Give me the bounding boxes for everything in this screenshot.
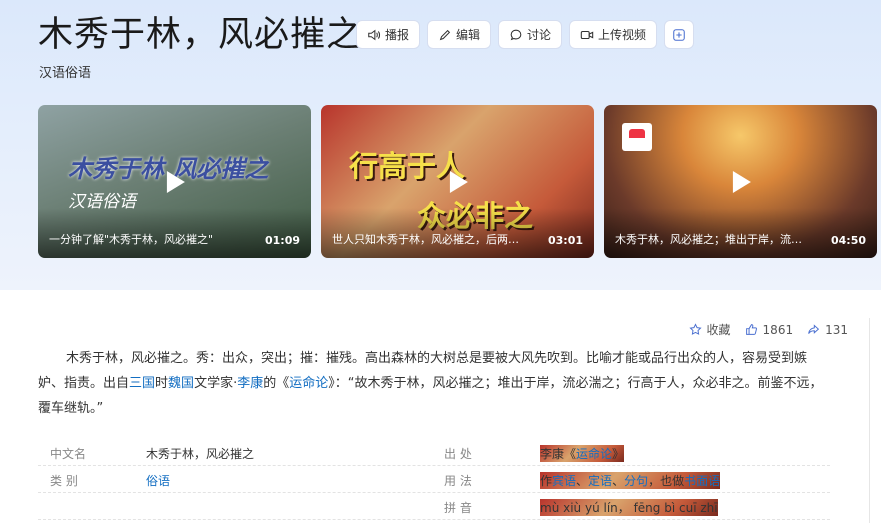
info-text: 》 [612,447,625,461]
play-icon[interactable] [166,170,185,193]
broadcast-button[interactable]: 播报 [356,20,421,49]
info-text: 李康《 [540,447,577,461]
collect-button[interactable]: 收藏 [688,321,731,338]
summary-text: 的《 [263,376,290,391]
info-value: 李康《运命论》 [540,445,625,462]
more-button[interactable] [664,20,695,49]
link-usage[interactable]: 定语 [588,474,612,488]
broadcast-label: 播报 [385,28,410,42]
video-card[interactable]: 行高于人 众必非之 世人只知木秀于林，风必摧之，后两… 03:01 [321,105,594,258]
like-button[interactable]: 1861 [745,322,794,337]
link-weiguo[interactable]: 魏国 [168,376,194,391]
stats-bar: 收藏 1861 131 [688,321,848,338]
info-key: 出 处 [444,447,472,461]
info-table: 中文名 木秀于林，风必摧之 出 处 李康《运命论》 类 别 俗语 用 法 作宾语… [38,439,830,520]
share-arrow-icon [808,324,820,334]
info-row: 中文名 木秀于林，风必摧之 出 处 李康《运命论》 [38,439,830,466]
pencil-icon [439,29,451,40]
info-row: 拼 音 mù xiù yú lín， fēng bì cuī zhī [38,493,830,520]
sidebar-edge [869,318,881,523]
info-value: 俗语 [146,472,170,489]
info-text: ，也做 [648,474,685,488]
video-title: 木秀于林，风必摧之；堆出于岸，流… [615,233,802,246]
video-duration: 04:50 [830,234,866,247]
play-icon[interactable] [449,170,468,193]
page-title: 木秀于林，风必摧之 [38,15,363,55]
link-usage[interactable]: 书面语 [684,474,720,488]
video-card[interactable]: 木秀于林，风必摧之；堆出于岸，流… 04:50 [604,105,877,258]
star-icon [688,323,702,335]
link-yunminglun[interactable]: 运命论 [289,376,328,391]
info-key: 中文名 [50,447,87,461]
edit-button[interactable]: 编辑 [427,20,492,49]
collect-label: 收藏 [706,323,731,337]
video-camera-icon [580,30,594,39]
discuss-label: 讨论 [527,28,552,42]
info-text: 、 [576,474,589,488]
summary-text: 时 [155,376,169,391]
upload-video-label: 上传视频 [598,28,647,42]
share-count: 131 [825,322,848,337]
video-duration: 01:09 [264,234,300,247]
page-subtitle: 汉语俗语 [39,66,92,81]
info-text: 作 [540,474,553,488]
info-row: 类 别 俗语 用 法 作宾语、定语、分句，也做书面语 [38,466,830,493]
video-title: 世人只知木秀于林，风必摧之，后两… [332,233,519,246]
info-value: mù xiù yú lín， fēng bì cuī zhī [540,499,718,516]
video-title: 一分钟了解"木秀于林，风必摧之" [49,233,214,246]
thumbs-up-icon [745,324,757,335]
info-text: 、 [612,474,625,488]
link-usage[interactable]: 宾语 [552,474,576,488]
play-icon[interactable] [732,170,751,193]
action-bar: 播报 编辑 讨论 上传视频 [356,20,695,49]
video-overlay-text: 行高于人 [349,149,466,183]
video-list: 木秀于林 风必摧之 汉语俗语 一分钟了解"木秀于林，风必摧之" 01:09 行高… [38,105,877,258]
summary-text: 文学家· [194,376,238,391]
link-likang[interactable]: 李康 [237,376,263,391]
info-key: 拼 音 [444,501,472,515]
link-usage[interactable]: 分句 [624,474,648,488]
plus-square-icon [673,28,685,41]
info-key: 用 法 [444,474,472,488]
info-value: 木秀于林，风必摧之 [146,447,255,461]
info-value: 作宾语、定语、分句，也做书面语 [540,472,721,489]
like-count: 1861 [762,322,794,337]
chat-bubble-icon [510,29,522,40]
speaker-icon [368,29,381,40]
link-category[interactable]: 俗语 [146,474,170,488]
hero-section: 木秀于林，风必摧之 汉语俗语 播报 编辑 讨论 上传视频 木秀于林 风必摧之 汉… [0,0,881,290]
video-duration: 03:01 [547,234,583,247]
upload-video-button[interactable]: 上传视频 [569,20,658,49]
share-button[interactable]: 131 [807,323,848,337]
discuss-button[interactable]: 讨论 [498,20,563,49]
info-key: 类 别 [50,474,78,488]
edit-label: 编辑 [456,28,481,42]
video-card[interactable]: 木秀于林 风必摧之 汉语俗语 一分钟了解"木秀于林，风必摧之" 01:09 [38,105,311,258]
link-source[interactable]: 运命论 [576,447,612,461]
summary-paragraph: 木秀于林，风必摧之。秀：出众，突出；摧：摧残。高出森林的大树总是要被大风先吹到。… [38,346,830,421]
channel-logo-icon [622,123,652,151]
link-sanguo[interactable]: 三国 [129,376,155,391]
